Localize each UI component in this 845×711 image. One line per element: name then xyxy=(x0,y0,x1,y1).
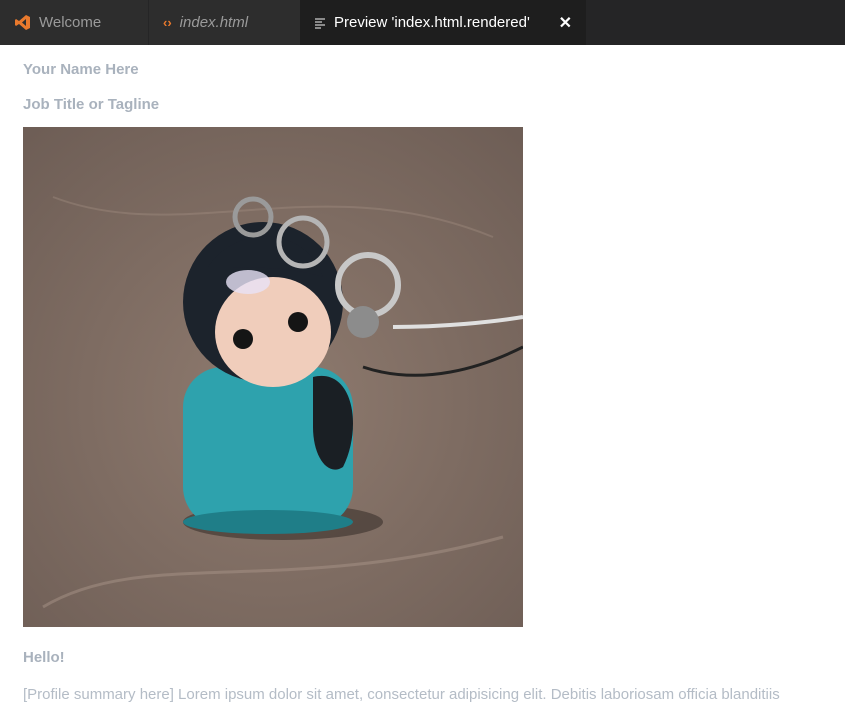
tab-welcome[interactable]: Welcome xyxy=(0,0,148,45)
tab-index-html[interactable]: ‹› index.html xyxy=(148,0,300,45)
profile-name: Your Name Here xyxy=(23,61,139,78)
profile-photo-image xyxy=(23,127,523,627)
tab-label: index.html xyxy=(179,14,249,31)
tab-preview[interactable]: Preview 'index.html.rendered' ✕ xyxy=(300,0,586,45)
preview-icon xyxy=(314,17,326,29)
vscode-logo-icon xyxy=(14,14,31,31)
tab-label: Preview 'index.html.rendered' xyxy=(334,14,530,31)
profile-tagline: Job Title or Tagline xyxy=(23,96,160,113)
tab-bar: Welcome ‹› index.html Preview 'index.htm… xyxy=(0,0,845,45)
code-file-icon: ‹› xyxy=(163,15,172,30)
tab-label: Welcome xyxy=(39,14,102,31)
close-icon[interactable]: ✕ xyxy=(559,13,572,33)
greeting-heading: Hello! xyxy=(23,649,65,666)
profile-summary: [Profile summary here] Lorem ipsum dolor… xyxy=(23,686,780,703)
